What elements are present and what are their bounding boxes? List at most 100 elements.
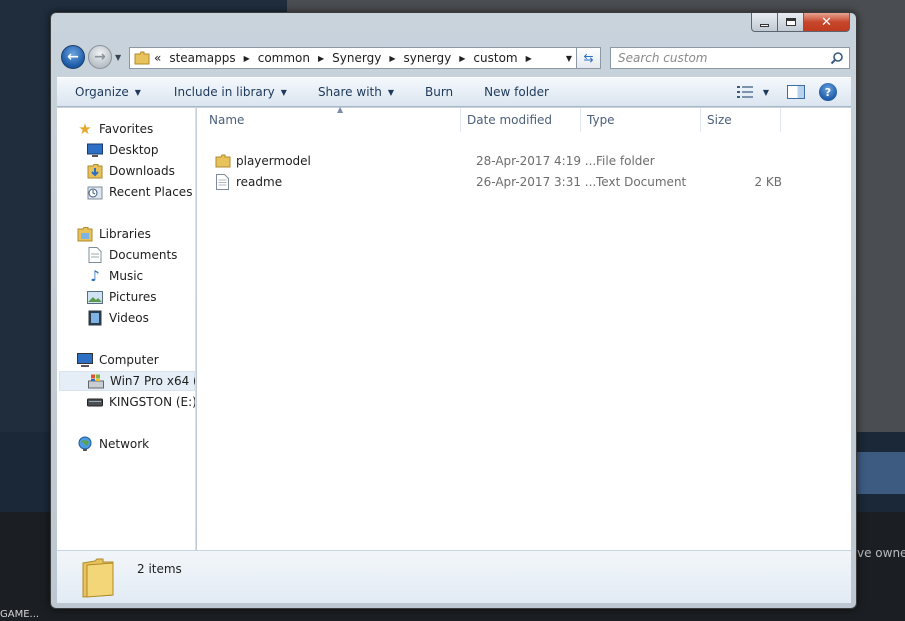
search-icon[interactable] — [830, 51, 844, 65]
chevron-down-icon: ▼ — [387, 87, 394, 97]
usb-drive-icon — [87, 394, 103, 410]
include-in-library-button[interactable]: Include in library ▼ — [150, 78, 296, 106]
column-header-name[interactable]: Name ▲ — [203, 105, 461, 132]
back-button[interactable]: ← — [61, 45, 85, 69]
chevron-right-icon[interactable]: ▶ — [526, 54, 532, 63]
nav-libraries[interactable]: Libraries — [77, 224, 151, 244]
recent-places-icon — [87, 184, 103, 200]
background-text-right: ve owner — [857, 546, 905, 560]
nav-network[interactable]: Network — [77, 434, 149, 454]
help-icon: ? — [824, 85, 832, 99]
command-bar-right: ▼ ? — [729, 78, 851, 106]
nav-label: Computer — [99, 353, 159, 367]
breadcrumb-synergy-parent[interactable]: Synergy ▶ — [332, 51, 395, 65]
nav-pictures[interactable]: Pictures — [87, 287, 157, 307]
chevron-right-icon[interactable]: ▶ — [244, 54, 250, 63]
nav-documents[interactable]: Documents — [87, 245, 177, 265]
column-header-type[interactable]: Type — [581, 108, 701, 132]
downloads-folder-icon — [87, 163, 103, 179]
nav-label: Desktop — [109, 143, 159, 157]
windows-drive-icon — [88, 373, 104, 389]
nav-recent-places[interactable]: Recent Places — [87, 182, 192, 202]
folder-large-icon — [82, 558, 114, 598]
breadcrumb-synergy[interactable]: synergy ▶ — [403, 51, 465, 65]
background-steam-band — [855, 452, 905, 494]
nav-music[interactable]: ♪ Music — [87, 266, 143, 286]
nav-label: Win7 Pro x64 (C: — [110, 374, 195, 388]
desktop-icon — [87, 142, 103, 158]
refresh-icon: ⇆ — [583, 51, 594, 65]
navigation-pane[interactable]: ★ Favorites Desktop Downloads Recent Plac… — [57, 108, 196, 550]
background-text-left: GAME... — [0, 609, 40, 620]
chevron-down-icon: ▼ — [280, 87, 287, 97]
change-view-button[interactable]: ▼ — [729, 86, 777, 98]
burn-button[interactable]: Burn — [403, 78, 462, 106]
music-icon: ♪ — [90, 267, 100, 285]
back-arrow-icon: ← — [67, 49, 79, 65]
breadcrumb-steamapps[interactable]: steamapps ▶ — [169, 51, 249, 65]
nav-label: KINGSTON (E:) — [109, 395, 196, 409]
share-with-button[interactable]: Share with ▼ — [296, 78, 403, 106]
nav-label: Favorites — [99, 122, 154, 136]
organize-button[interactable]: Organize ▼ — [57, 78, 150, 106]
pictures-icon — [87, 289, 103, 305]
file-row-readme[interactable]: readme 26-Apr-2017 3:31 ... Text Documen… — [207, 172, 837, 192]
maximize-icon — [785, 18, 796, 26]
nav-drive-e[interactable]: KINGSTON (E:) — [87, 392, 196, 412]
forward-arrow-icon: → — [94, 49, 106, 65]
nav-downloads[interactable]: Downloads — [87, 161, 175, 181]
chevron-right-icon[interactable]: ▶ — [389, 54, 395, 63]
file-type: Text Document — [596, 175, 687, 189]
burn-label: Burn — [425, 85, 454, 99]
sort-up-icon: ▲ — [337, 105, 344, 114]
file-list[interactable]: Name ▲ Date modified Type Size playermod… — [197, 105, 851, 550]
file-name: playermodel — [236, 154, 311, 168]
column-header-date-modified[interactable]: Date modified — [461, 108, 581, 132]
nav-label: Documents — [109, 248, 178, 262]
file-type: File folder — [596, 154, 655, 168]
documents-icon — [87, 247, 103, 263]
details-view-icon — [736, 86, 753, 98]
breadcrumb-common[interactable]: common ▶ — [258, 51, 324, 65]
libraries-icon — [77, 226, 93, 242]
chevron-right-icon[interactable]: ▶ — [459, 54, 465, 63]
search-input[interactable]: Search custom — [610, 47, 850, 69]
column-header-label: Type — [587, 113, 615, 127]
chevron-right-icon[interactable]: ▶ — [318, 54, 324, 63]
address-dropdown-icon[interactable]: ▼ — [566, 54, 572, 63]
file-size — [716, 151, 782, 171]
help-button[interactable]: ? — [819, 83, 837, 101]
address-bar[interactable]: « steamapps ▶ common ▶ Synergy ▶ synergy ▶ c… — [129, 47, 577, 69]
forward-button[interactable]: → — [88, 45, 112, 69]
new-folder-label: New folder — [484, 85, 549, 99]
nav-videos[interactable]: Videos — [87, 308, 149, 328]
nav-drive-c[interactable]: Win7 Pro x64 (C: — [59, 371, 195, 391]
search-placeholder: Search custom — [618, 51, 708, 65]
command-bar: Organize ▼ Include in library ▼ Share with… — [57, 77, 851, 107]
nav-label: Libraries — [99, 227, 151, 241]
close-button[interactable]: ✕ — [804, 13, 850, 32]
star-icon: ★ — [78, 120, 92, 138]
details-pane: 2 items — [57, 550, 851, 603]
nav-favorites[interactable]: ★ Favorites — [77, 119, 153, 139]
maximize-button[interactable] — [778, 13, 804, 32]
preview-pane-button[interactable] — [787, 85, 805, 99]
breadcrumb-overflow[interactable]: « — [154, 51, 161, 65]
refresh-button[interactable]: ⇆ — [577, 47, 601, 69]
chevron-down-icon: ▼ — [115, 53, 122, 62]
navigation-row: ← → ▼ « steamapps ▶ common ▶ Synergy ▶ syne… — [59, 45, 850, 71]
nav-desktop[interactable]: Desktop — [87, 140, 159, 160]
folder-icon — [134, 51, 150, 65]
nav-computer[interactable]: Computer — [77, 350, 159, 370]
breadcrumb-custom[interactable]: custom ▶ — [473, 51, 531, 65]
recent-pages-dropdown[interactable]: ▼ — [115, 53, 121, 62]
close-icon: ✕ — [821, 14, 832, 30]
share-with-label: Share with — [317, 85, 382, 99]
column-header-label: Date modified — [467, 113, 553, 127]
file-row-playermodel[interactable]: playermodel 28-Apr-2017 4:19 ... File fo… — [207, 151, 837, 171]
column-header-size[interactable]: Size — [701, 108, 781, 132]
new-folder-button[interactable]: New folder — [462, 78, 558, 106]
file-name: readme — [236, 175, 283, 189]
nav-label: Downloads — [109, 164, 175, 178]
minimize-button[interactable] — [751, 13, 778, 32]
